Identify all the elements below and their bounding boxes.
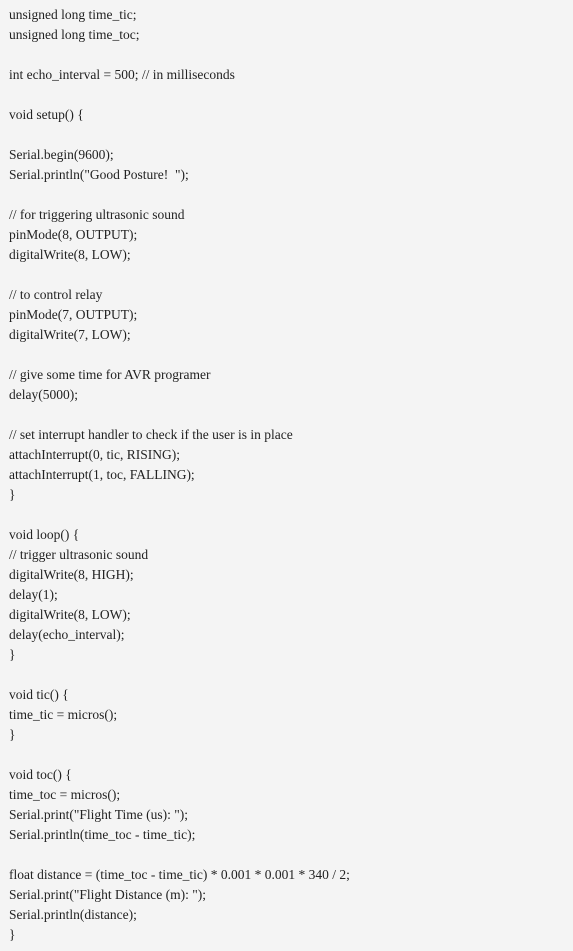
code-line: time_toc = micros(); xyxy=(9,787,121,802)
code-line: Serial.print("Flight Distance (m): "); xyxy=(9,887,206,902)
code-line: digitalWrite(7, LOW); xyxy=(9,327,131,342)
code-line: int echo_interval = 500; // in milliseco… xyxy=(9,67,235,82)
code-line: digitalWrite(8, LOW); xyxy=(9,607,131,622)
code-line: Serial.println(time_toc - time_tic); xyxy=(9,827,196,842)
code-line: void tic() { xyxy=(9,687,69,702)
code-line: time_tic = micros(); xyxy=(9,707,118,722)
code-line: unsigned long time_toc; xyxy=(9,27,140,42)
code-line: void setup() { xyxy=(9,107,84,122)
code-line: } xyxy=(9,727,16,742)
code-block: unsigned long time_tic; unsigned long ti… xyxy=(0,0,573,951)
code-line: float distance = (time_toc - time_tic) *… xyxy=(9,867,350,882)
code-line: delay(1); xyxy=(9,587,58,602)
code-line: pinMode(8, OUTPUT); xyxy=(9,227,138,242)
code-line: } xyxy=(9,647,16,662)
code-line: pinMode(7, OUTPUT); xyxy=(9,307,138,322)
code-line: delay(5000); xyxy=(9,387,78,402)
code-line: // to control relay xyxy=(9,287,103,302)
code-line: delay(echo_interval); xyxy=(9,627,125,642)
code-line: // set interrupt handler to check if the… xyxy=(9,427,293,442)
code-line: Serial.print("Flight Time (us): "); xyxy=(9,807,189,822)
code-line: attachInterrupt(0, tic, RISING); xyxy=(9,447,180,462)
code-line: Serial.println(distance); xyxy=(9,907,137,922)
code-line: // trigger ultrasonic sound xyxy=(9,547,149,562)
code-line: Serial.begin(9600); xyxy=(9,147,114,162)
code-line: attachInterrupt(1, toc, FALLING); xyxy=(9,467,195,482)
code-line: unsigned long time_tic; xyxy=(9,7,137,22)
code-line: // for triggering ultrasonic sound xyxy=(9,207,185,222)
code-line: } xyxy=(9,927,16,942)
code-line: digitalWrite(8, HIGH); xyxy=(9,567,134,582)
code-line: } xyxy=(9,487,16,502)
code-line: void loop() { xyxy=(9,527,80,542)
code-line: Serial.println("Good Posture! "); xyxy=(9,167,189,182)
code-line: void toc() { xyxy=(9,767,72,782)
code-line: digitalWrite(8, LOW); xyxy=(9,247,131,262)
code-line: // give some time for AVR programer xyxy=(9,367,211,382)
